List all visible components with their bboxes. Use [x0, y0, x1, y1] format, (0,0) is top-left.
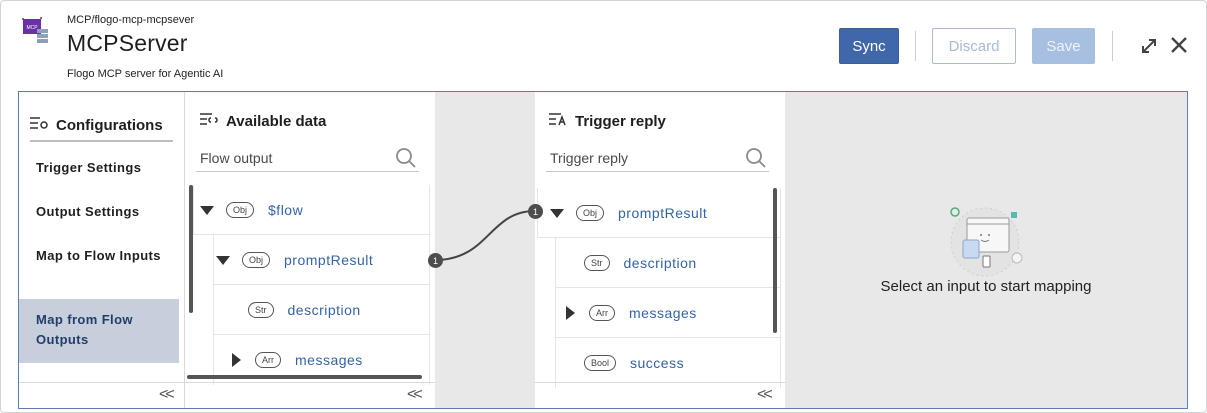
mapping-editor-area: Select an input to start mapping	[785, 92, 1187, 408]
type-badge: Arr	[255, 352, 281, 368]
node-label[interactable]: $flow	[268, 202, 303, 218]
mcp-app-icon: MCP	[19, 15, 51, 47]
mapping-count-badge[interactable]: 1	[528, 204, 543, 219]
collapse-trigger-reply-icon[interactable]: <<	[757, 386, 773, 404]
trigger-reply-icon	[549, 112, 567, 130]
page-title: MCPServer	[67, 30, 188, 56]
node-label[interactable]: promptResult	[618, 205, 707, 221]
available-data-icon	[200, 112, 218, 130]
node-label[interactable]: messages	[629, 305, 697, 321]
mapper-dialog: MCP MCP/flogo-mcp-mcpsever MCPServer Flo…	[0, 0, 1207, 413]
node-label[interactable]: description	[624, 255, 697, 271]
node-label[interactable]: messages	[295, 352, 363, 368]
node-label[interactable]: promptResult	[284, 252, 373, 268]
nav-output-settings[interactable]: Output Settings	[19, 202, 179, 226]
node-label[interactable]: description	[288, 302, 361, 318]
close-icon[interactable]	[1170, 36, 1188, 54]
type-badge: Obj	[242, 252, 271, 268]
search-icon[interactable]	[395, 147, 417, 169]
tree-row-flow[interactable]: Obj $flow	[193, 185, 430, 235]
trigger-reply-search-placeholder: Trigger reply	[550, 150, 629, 166]
type-badge: Arr	[589, 305, 615, 321]
tree-row-success[interactable]: Bool success	[555, 338, 781, 388]
expand-triangle-icon[interactable]	[566, 306, 575, 320]
collapse-available-data-icon[interactable]: <<	[407, 386, 423, 404]
tree-row-messages[interactable]: Arr messages	[555, 288, 781, 338]
nav-map-from-flow-outputs[interactable]: Map from Flow Outputs	[19, 299, 179, 363]
expand-icon[interactable]	[1140, 37, 1158, 55]
header-divider	[915, 31, 916, 61]
trigger-reply-column: Trigger reply Trigger reply Obj promptRe…	[535, 92, 785, 408]
type-badge: Obj	[226, 202, 255, 218]
empty-state-message: Select an input to start mapping	[880, 278, 1092, 295]
header-divider	[1112, 31, 1113, 61]
collapse-triangle-icon[interactable]	[200, 205, 214, 215]
mapping-count-badge[interactable]: 1	[428, 253, 443, 268]
nav-trigger-settings[interactable]: Trigger Settings	[19, 158, 179, 182]
type-badge: Obj	[576, 205, 605, 221]
type-badge: Bool	[584, 355, 617, 371]
trigger-reply-footer	[535, 382, 785, 408]
tree-row-description[interactable]: Str description	[213, 285, 430, 335]
svg-text:MCP: MCP	[26, 25, 38, 31]
flow-output-search-placeholder: Flow output	[200, 150, 273, 166]
nav-map-to-flow-inputs[interactable]: Map to Flow Inputs	[19, 246, 169, 290]
node-label[interactable]: success	[630, 355, 684, 371]
available-data-column: Available data Flow output Obj $flow Obj…	[185, 92, 435, 408]
collapse-configurations-icon[interactable]: <<	[159, 386, 175, 404]
vertical-scrollbar[interactable]	[189, 185, 193, 313]
configurations-column: Configurations Trigger Settings Output S…	[19, 92, 185, 408]
collapse-triangle-icon[interactable]	[550, 208, 564, 218]
available-data-header: Available data	[200, 112, 326, 130]
sync-button[interactable]: Sync	[839, 28, 899, 64]
trigger-reply-header: Trigger reply	[549, 112, 666, 130]
trigger-reply-search[interactable]: Trigger reply	[546, 144, 769, 172]
tree-row-promptresult[interactable]: Obj promptResult	[213, 235, 430, 285]
vertical-scrollbar[interactable]	[773, 188, 777, 333]
horizontal-scrollbar[interactable]	[187, 375, 422, 379]
type-badge: Str	[584, 255, 610, 271]
available-data-footer	[185, 382, 435, 408]
available-data-title: Available data	[226, 112, 327, 130]
configurations-icon	[30, 116, 48, 135]
configurations-header: Configurations	[30, 110, 173, 142]
empty-state-illustration-icon	[945, 202, 1025, 278]
search-icon[interactable]	[745, 147, 767, 169]
save-button[interactable]: Save	[1032, 28, 1095, 64]
discard-button[interactable]: Discard	[932, 28, 1016, 64]
tree-row-promptresult[interactable]: Obj promptResult	[537, 188, 781, 238]
expand-triangle-icon[interactable]	[232, 353, 241, 367]
page-subtitle: Flogo MCP server for Agentic AI	[67, 68, 224, 80]
mapping-panel: Configurations Trigger Settings Output S…	[18, 91, 1188, 409]
flow-output-search[interactable]: Flow output	[196, 144, 419, 172]
trigger-reply-title: Trigger reply	[575, 112, 666, 130]
collapse-triangle-icon[interactable]	[216, 255, 230, 265]
type-badge: Str	[248, 302, 274, 318]
breadcrumb: MCP/flogo-mcp-mcpsever	[67, 14, 195, 26]
configurations-title: Configurations	[56, 116, 163, 134]
tree-row-description[interactable]: Str description	[555, 238, 781, 288]
